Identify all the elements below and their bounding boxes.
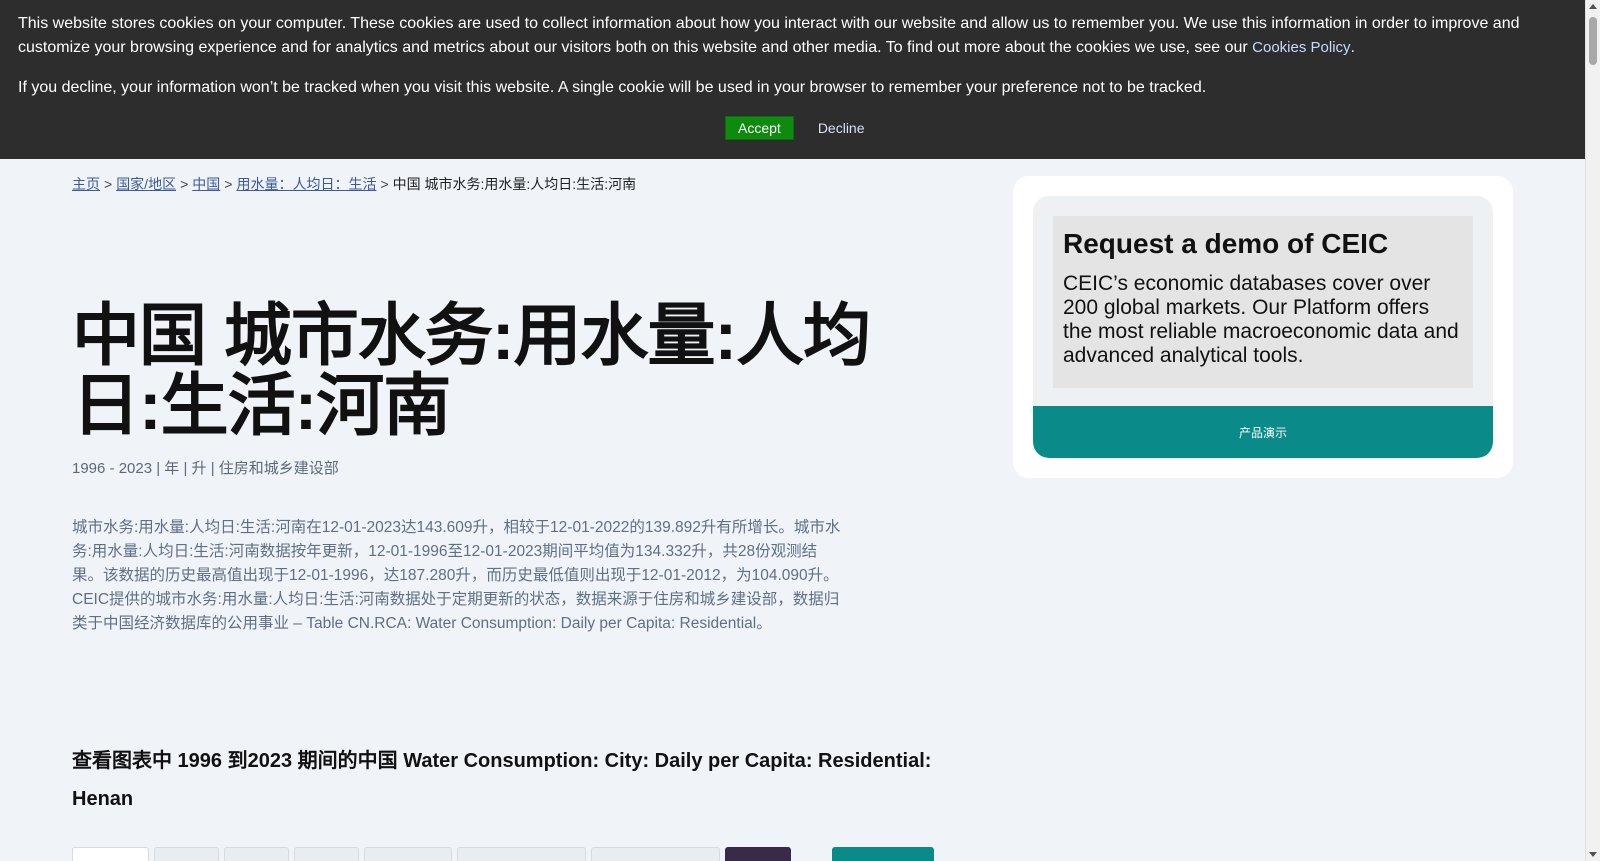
breadcrumb-separator: > <box>224 176 233 192</box>
page-title: 中国 城市水务:用水量:人均日:生活:河南 <box>72 298 871 444</box>
range-tab[interactable] <box>364 847 452 861</box>
series-meta: 1996 - 2023 | 年 | 升 | 住房和城乡建设部 <box>72 460 339 477</box>
chart-range-tabs <box>72 847 791 861</box>
cookies-policy-link[interactable]: Cookies Policy <box>1252 39 1350 56</box>
range-tab[interactable] <box>294 847 359 861</box>
demo-textbox: Request a demo of CEIC CEIC’s economic d… <box>1053 216 1473 388</box>
scroll-up-icon[interactable] <box>1589 4 1597 9</box>
breadcrumb-category[interactable]: 用水量：人均日：生活 <box>236 176 376 192</box>
breadcrumb-separator: > <box>380 176 389 192</box>
breadcrumb-home[interactable]: 主页 <box>72 176 100 192</box>
page-scrollbar[interactable] <box>1585 0 1600 861</box>
range-tab[interactable] <box>591 847 720 861</box>
range-tab[interactable] <box>725 847 791 861</box>
range-tab[interactable] <box>72 847 149 861</box>
decline-button[interactable]: Decline <box>812 119 871 137</box>
breadcrumb-current: 中国 城市水务:用水量:人均日:生活:河南 <box>392 176 637 192</box>
scroll-thumb[interactable] <box>1589 17 1597 65</box>
cookie-banner: This website stores cookies on your comp… <box>0 0 1585 159</box>
breadcrumb: 主页 > 国家/地区 > 中国 > 用水量：人均日：生活 > 中国 城市水务:用水量:人均日:生… <box>72 174 942 194</box>
demo-title: Request a demo of CEIC <box>1063 228 1389 259</box>
series-description: 城市水务:用水量:人均日:生活:河南在12-01-2023达143.609升，相… <box>72 519 841 632</box>
breadcrumb-countries[interactable]: 国家/地区 <box>116 176 176 192</box>
demo-card: Request a demo of CEIC CEIC’s economic d… <box>1013 176 1513 478</box>
breadcrumb-separator: > <box>180 176 189 192</box>
range-tab[interactable] <box>224 847 289 861</box>
breadcrumb-china[interactable]: 中国 <box>192 176 220 192</box>
accept-button[interactable]: Accept <box>725 116 794 140</box>
main-content: 主页 > 国家/地区 > 中国 > 用水量：人均日：生活 > 中国 城市水务:用水量:人均日:生… <box>72 174 942 861</box>
cookie-text-secondary: If you decline, your information won’t b… <box>18 79 1207 96</box>
chart-heading: 查看图表中 1996 到2023 期间的中国 Water Consumption… <box>72 750 932 810</box>
demo-body: CEIC’s economic databases cover over 200… <box>1063 272 1459 367</box>
product-demo-button[interactable]: 产品演示 <box>1033 406 1493 458</box>
cookie-text-primary: This website stores cookies on your comp… <box>18 15 1520 56</box>
cookie-actions: Accept Decline <box>725 116 871 140</box>
range-tab[interactable] <box>154 847 219 861</box>
chart-action-button[interactable] <box>832 847 934 861</box>
breadcrumb-separator: > <box>104 176 113 192</box>
range-tab[interactable] <box>457 847 586 861</box>
demo-card-inner: Request a demo of CEIC CEIC’s economic d… <box>1033 196 1493 458</box>
scroll-down-icon[interactable] <box>1589 852 1597 857</box>
